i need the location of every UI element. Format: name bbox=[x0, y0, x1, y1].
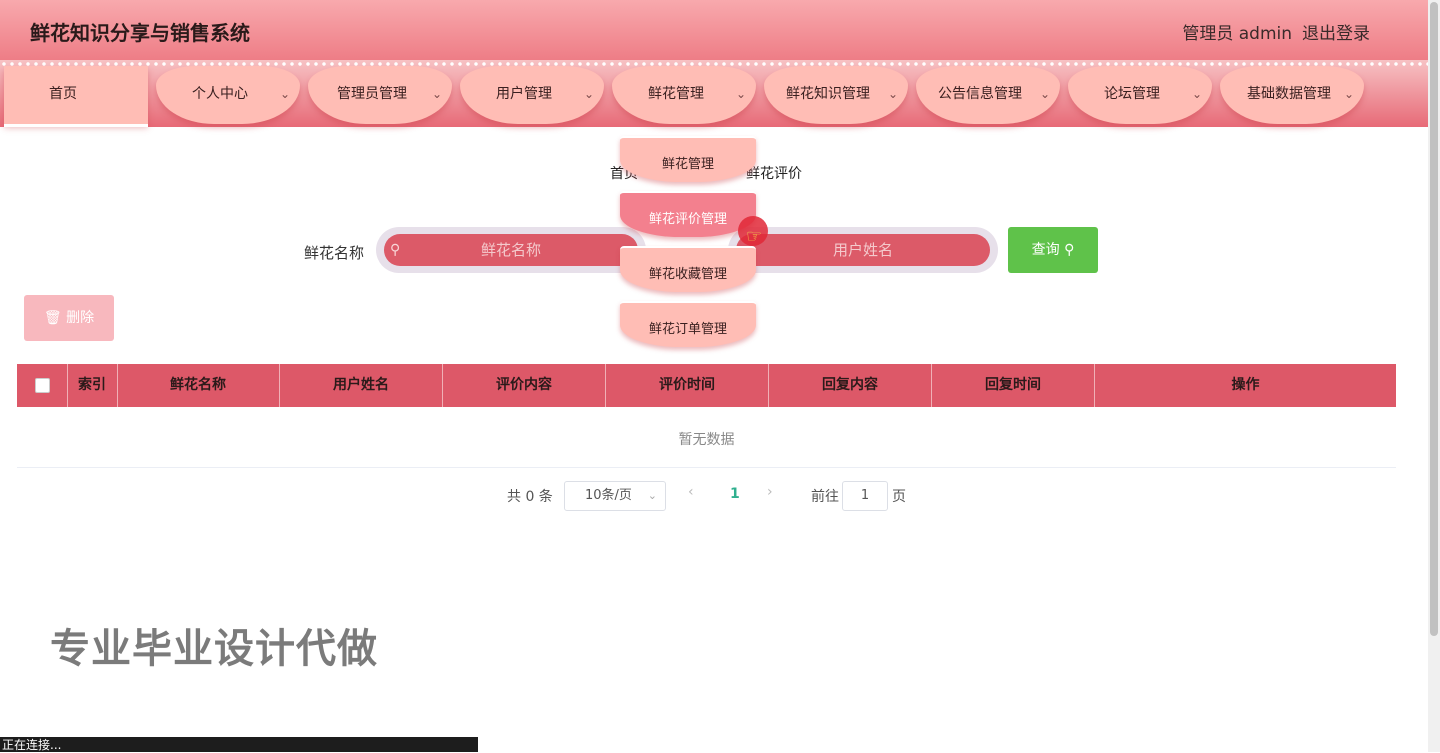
user-name-placeholder: 用户姓名 bbox=[832, 241, 893, 259]
breadcrumb-current: 鲜花评价 bbox=[746, 166, 802, 182]
page-size-select[interactable]: 10条/页 ⌄ bbox=[564, 481, 666, 511]
chevron-down-icon: ⌄ bbox=[735, 87, 746, 101]
column-header: 索引 bbox=[67, 364, 118, 407]
goto-label: 前往 bbox=[811, 489, 839, 505]
next-page-button[interactable]: › bbox=[767, 484, 773, 500]
nav-item-label: 个人中心 bbox=[192, 86, 248, 102]
empty-text: 暂无数据 bbox=[678, 432, 735, 448]
hand-cursor-icon: ☞ bbox=[746, 226, 763, 247]
column-header: 鲜花名称 bbox=[117, 364, 280, 407]
app-title: 鲜花知识分享与销售系统 bbox=[30, 21, 250, 45]
nav-item-label: 论坛管理 bbox=[1104, 86, 1160, 102]
flower-name-placeholder: 鲜花名称 bbox=[480, 241, 541, 259]
chevron-down-icon: ⌄ bbox=[1343, 87, 1354, 101]
column-header: 回复时间 bbox=[932, 364, 1095, 407]
nav-item-personal-center[interactable]: 个人中心 ⌄ bbox=[156, 66, 300, 124]
user-name-input[interactable]: 用户姓名 bbox=[736, 234, 990, 266]
nav-item-label: 用户管理 bbox=[496, 86, 552, 102]
column-header: 评价内容 bbox=[443, 364, 606, 407]
current-user: 管理员 admin bbox=[1182, 24, 1292, 44]
nav-item-label: 公告信息管理 bbox=[938, 86, 1022, 102]
chevron-down-icon: ⌄ bbox=[431, 87, 442, 101]
nav-item-user-management[interactable]: 用户管理 ⌄ bbox=[460, 66, 604, 124]
select-all-cell bbox=[17, 364, 68, 407]
active-nav-indicator bbox=[4, 124, 148, 127]
nav-item-label: 首页 bbox=[49, 86, 77, 102]
chevron-down-icon: ⌄ bbox=[1191, 87, 1202, 101]
flower-name-search: ⚲ 鲜花名称 bbox=[376, 227, 646, 273]
trash-icon: 🗑 bbox=[43, 310, 62, 326]
dropdown-item-flower-favorites[interactable]: 鲜花收藏管理 bbox=[620, 246, 756, 292]
watermark: 专业毕业设计代做 bbox=[50, 626, 378, 672]
chevron-down-icon: ⌄ bbox=[887, 87, 898, 101]
nav-item-flower-management[interactable]: 鲜花管理 ⌄ bbox=[612, 66, 756, 124]
chevron-down-icon: ⌄ bbox=[279, 87, 290, 101]
query-label: 查询 bbox=[1031, 242, 1060, 258]
query-button[interactable]: 查询 ⚲ bbox=[1008, 227, 1098, 273]
page-number[interactable]: 1 bbox=[730, 486, 740, 502]
chevron-down-icon: ⌄ bbox=[1039, 87, 1050, 101]
dropdown-item-flower-review[interactable]: 鲜花评价管理 bbox=[620, 191, 756, 237]
delete-button[interactable]: 🗑 删除 bbox=[24, 295, 114, 341]
table-body: 暂无数据 bbox=[17, 407, 1396, 468]
nav-item-home[interactable]: 首页 bbox=[4, 66, 148, 124]
table-header: 索引 鲜花名称 用户姓名 评价内容 评价时间 回复内容 回复时间 操作 bbox=[17, 364, 1396, 407]
nav-item-admin-management[interactable]: 管理员管理 ⌄ bbox=[308, 66, 452, 124]
column-header: 操作 bbox=[1231, 377, 1260, 393]
nav-item-label: 鲜花管理 bbox=[648, 86, 704, 102]
column-header: 回复内容 bbox=[769, 364, 932, 407]
nav-item-base-data[interactable]: 基础数据管理 ⌄ bbox=[1220, 66, 1364, 124]
user-name-search: 用户姓名 bbox=[728, 227, 998, 273]
nav-item-label: 基础数据管理 bbox=[1247, 86, 1331, 102]
goto-page-input[interactable]: 1 bbox=[842, 481, 888, 511]
nav-item-flower-knowledge[interactable]: 鲜花知识管理 ⌄ bbox=[764, 66, 908, 124]
page-size-value: 10条/页 bbox=[585, 488, 632, 503]
logout-link[interactable]: 退出登录 bbox=[1302, 19, 1370, 44]
column-header: 用户姓名 bbox=[280, 364, 443, 407]
page-suffix: 页 bbox=[892, 489, 906, 505]
chevron-down-icon: ⌄ bbox=[647, 489, 657, 502]
dropdown-item-flower-orders[interactable]: 鲜花订单管理 bbox=[620, 301, 756, 347]
search-icon: ⚲ bbox=[1064, 242, 1075, 258]
dropdown-item-flower-management[interactable]: 鲜花管理 bbox=[620, 136, 756, 182]
app-header: 鲜花知识分享与销售系统 管理员 admin 退出登录 bbox=[0, 0, 1428, 60]
delete-label: 删除 bbox=[66, 310, 95, 326]
nav-item-label: 管理员管理 bbox=[337, 86, 407, 102]
nav-item-label: 鲜花知识管理 bbox=[786, 86, 870, 102]
chevron-down-icon: ⌄ bbox=[583, 87, 594, 101]
search-icon: ⚲ bbox=[390, 242, 401, 258]
status-bar: 正在连接... bbox=[0, 737, 478, 752]
prev-page-button[interactable]: ‹ bbox=[688, 484, 694, 500]
nav-item-forum[interactable]: 论坛管理 ⌄ bbox=[1068, 66, 1212, 124]
pagination-total: 共 0 条 bbox=[507, 489, 553, 505]
column-header: 评价时间 bbox=[606, 364, 769, 407]
select-all-checkbox[interactable] bbox=[35, 378, 50, 393]
search-label: 鲜花名称 bbox=[304, 244, 365, 262]
flower-name-input[interactable]: ⚲ 鲜花名称 bbox=[384, 234, 638, 266]
scrollbar-thumb[interactable] bbox=[1430, 2, 1438, 636]
nav-item-announcements[interactable]: 公告信息管理 ⌄ bbox=[916, 66, 1060, 124]
